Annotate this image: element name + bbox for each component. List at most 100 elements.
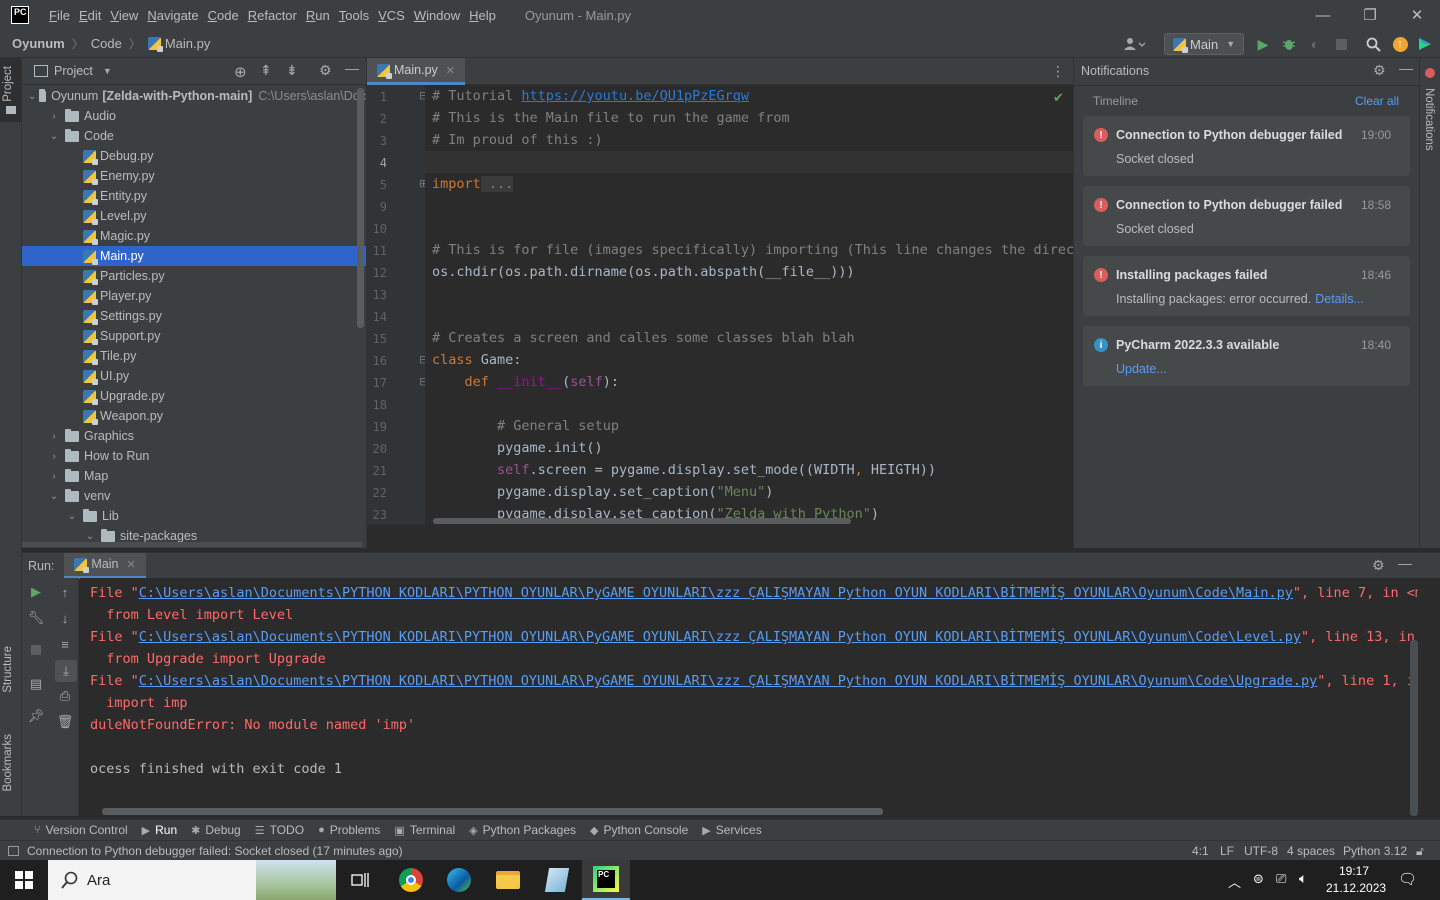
run-icon[interactable]: ▶ — [1254, 35, 1272, 53]
minimize-button[interactable]: — — [1300, 0, 1346, 30]
menu-item[interactable]: View — [106, 8, 142, 23]
chevron-right-icon[interactable]: › — [46, 431, 62, 442]
project-root-row[interactable]: ⌄ Oyunum [Zelda-with-Python-main] C:\Use… — [22, 86, 366, 106]
settings-gear-icon[interactable]: ⚙ — [1372, 557, 1385, 574]
chevron-right-icon[interactable]: › — [46, 451, 62, 462]
structure-tool-tab[interactable]: Structure — [2, 646, 14, 693]
debug-icon[interactable] — [1280, 35, 1298, 53]
tool-window-button[interactable]: ● Problems — [318, 823, 380, 837]
rerun-icon[interactable]: ▶ — [28, 584, 44, 600]
breadcrumb-project[interactable]: Oyunum — [12, 36, 65, 51]
notification-action-link[interactable]: Update... — [1116, 362, 1167, 376]
settings-gear-icon[interactable]: ⚙ — [319, 62, 332, 79]
show-hidden-icons-icon[interactable]: ︿ — [1228, 872, 1241, 891]
tool-window-button[interactable]: ▣ Terminal — [394, 823, 455, 837]
soft-wrap-icon[interactable]: ≡ — [57, 636, 73, 652]
tool-window-button[interactable]: ▶ Run — [142, 823, 177, 837]
volume-icon[interactable]: 🔈︎ — [1299, 870, 1307, 887]
wrench-icon[interactable]: 🔧︎ — [28, 610, 45, 626]
stop-icon[interactable] — [28, 642, 44, 658]
print-icon[interactable]: ⎙ — [57, 688, 73, 704]
chrome-icon[interactable] — [387, 860, 435, 900]
run-console[interactable]: File "C:\Users\aslan\Documents\PYTHON KO… — [80, 578, 1418, 816]
restore-button[interactable]: ❐ — [1347, 0, 1393, 30]
close-tab-icon[interactable]: ✕ — [446, 64, 455, 77]
inspection-ok-icon[interactable]: ✔ — [1053, 90, 1064, 106]
tool-window-button[interactable]: ◆ Python Console — [590, 823, 688, 837]
action-center-icon[interactable]: 🗨︎ — [1398, 870, 1417, 888]
more-options-icon[interactable]: ⋮ — [1051, 63, 1065, 80]
notification-card[interactable]: ! Connection to Python debugger failed 18:… — [1083, 186, 1410, 246]
menu-item[interactable]: Navigate — [143, 8, 202, 23]
close-window-button[interactable]: ✕ — [1394, 0, 1440, 30]
notification-card[interactable]: i PyCharm 2022.3.3 available 18:40 Update..… — [1083, 326, 1410, 386]
tree-file-row[interactable]: Entity.py — [22, 186, 366, 206]
tree-file-row[interactable]: Particles.py — [22, 266, 366, 286]
notification-action-link[interactable]: Details... — [1315, 292, 1364, 306]
notepad-app-icon[interactable] — [533, 860, 581, 900]
tree-folder-row[interactable]: › Map — [22, 466, 366, 486]
tool-window-button[interactable]: ☰ TODO — [255, 823, 304, 837]
menu-item[interactable]: Tools — [335, 8, 373, 23]
hide-panel-icon[interactable]: — — [1398, 555, 1412, 571]
pin-icon[interactable]: 📌︎ — [28, 708, 45, 724]
console-file-link[interactable]: C:\Users\aslan\Documents\PYTHON KODLARI\… — [139, 629, 1301, 645]
stop-icon[interactable] — [1332, 35, 1350, 53]
windows-start-icon[interactable] — [0, 860, 48, 900]
layout-icon[interactable]: ▤ — [28, 676, 44, 692]
python-interpreter[interactable]: Python 3.12 — [1343, 844, 1407, 858]
device-icon[interactable]: ⊜ — [1253, 871, 1264, 887]
console-file-link[interactable]: C:\Users\aslan\Documents\PYTHON KODLARI\… — [139, 673, 1318, 689]
menu-item[interactable]: Window — [410, 8, 464, 23]
menu-item[interactable]: Refactor — [244, 8, 301, 23]
tree-file-row[interactable]: Tile.py — [22, 346, 366, 366]
project-panel-title[interactable]: Project — [54, 64, 93, 78]
breadcrumb-folder[interactable]: Code — [91, 36, 122, 51]
settings-gear-icon[interactable]: ⚙ — [1373, 62, 1386, 79]
chevron-down-icon[interactable]: ⌄ — [46, 131, 62, 142]
chevron-right-icon[interactable]: › — [46, 471, 62, 482]
trash-icon[interactable]: 🗑︎ — [57, 714, 74, 730]
dropdown-chevron-icon[interactable]: ▼ — [103, 66, 112, 76]
tree-file-row[interactable]: Upgrade.py — [22, 386, 366, 406]
indent-setting[interactable]: 4 spaces — [1287, 844, 1335, 858]
notifications-tool-tab[interactable]: Notifications — [1423, 88, 1435, 151]
menu-item[interactable]: VCS — [374, 8, 409, 23]
update-icon[interactable]: ↑ — [1391, 35, 1409, 53]
tree-folder-row[interactable]: › How to Run — [22, 446, 366, 466]
tool-window-button[interactable]: ⑂ Version Control — [34, 823, 128, 837]
chevron-down-icon[interactable]: ⌄ — [28, 91, 36, 102]
code-link[interactable]: https://youtu.be/QU1pPzEGrqw — [521, 88, 749, 104]
caret-position[interactable]: 4:1 — [1192, 844, 1209, 858]
notification-card[interactable]: ! Installing packages failed 18:46 Installi… — [1083, 256, 1410, 316]
notification-card[interactable]: ! Connection to Python debugger failed 19:… — [1083, 116, 1410, 176]
line-separator[interactable]: LF — [1220, 844, 1234, 858]
run-configuration-select[interactable]: Main ▼ — [1164, 33, 1244, 55]
tree-file-row[interactable]: Level.py — [22, 206, 366, 226]
notification-bell-icon[interactable] — [1425, 68, 1435, 78]
chevron-down-icon[interactable]: ⌄ — [82, 531, 98, 542]
network-icon[interactable]: ⎚ — [1276, 871, 1286, 887]
tree-file-row[interactable]: Debug.py — [22, 146, 366, 166]
menu-item[interactable]: File — [45, 8, 74, 23]
project-tree-scrollbar[interactable] — [357, 88, 364, 328]
hide-panel-icon[interactable]: — — [345, 60, 359, 76]
tree-folder-row[interactable]: ⌄ Code — [22, 126, 366, 146]
tool-window-button[interactable]: ◈ Python Packages — [469, 823, 576, 837]
expand-all-icon[interactable]: ⇞ — [260, 62, 272, 79]
chevron-down-icon[interactable]: ⌄ — [64, 511, 80, 522]
console-file-link[interactable]: C:\Users\aslan\Documents\PYTHON KODLARI\… — [139, 585, 1293, 601]
scroll-to-end-icon[interactable]: ⤓ — [55, 660, 77, 682]
coverage-icon[interactable]: ◐ — [1306, 35, 1324, 53]
clear-all-link[interactable]: Clear all — [1355, 94, 1399, 108]
tree-file-row[interactable]: Player.py — [22, 286, 366, 306]
scroll-up-icon[interactable]: ↑ — [57, 584, 73, 600]
console-vscrollbar[interactable] — [1410, 640, 1418, 816]
status-toggle-icon[interactable] — [8, 845, 19, 856]
close-tab-icon[interactable]: ✕ — [127, 558, 136, 571]
ide-features-icon[interactable] — [1416, 35, 1434, 53]
tree-folder-row[interactable]: ⌄ Lib — [22, 506, 366, 526]
tool-window-button[interactable]: ✱ Debug — [191, 823, 241, 837]
tree-folder-row[interactable]: ⌄ venv — [22, 486, 366, 506]
tree-file-row[interactable]: Support.py — [22, 326, 366, 346]
